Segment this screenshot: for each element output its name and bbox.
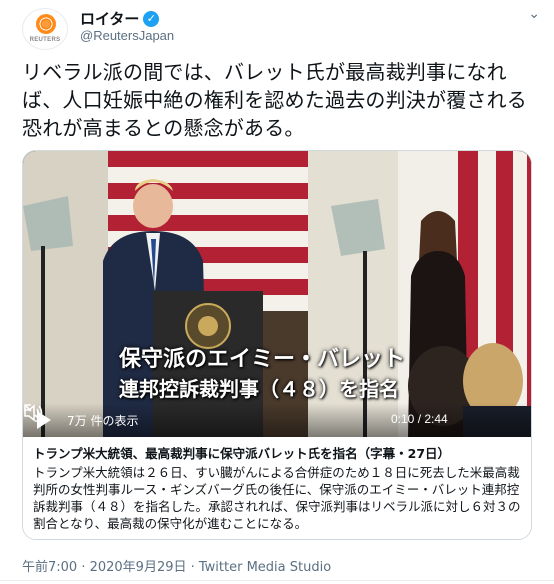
display-name[interactable]: ロイター [80, 8, 139, 29]
user-handle[interactable]: @ReutersJapan [80, 28, 174, 43]
video-controls: 7万 件の表示 0:10 / 2:44 [23, 403, 531, 437]
card-description: トランプ米大統領は２６日、すい臓がんによる合併症のため１８日に死去した米最高裁判… [33, 465, 521, 531]
divider [0, 580, 554, 581]
video-time: 0:10 / 2:44 [391, 412, 448, 426]
reuters-logo-icon [36, 14, 56, 34]
card-info[interactable]: トランプ米大統領、最高裁判事に保守派バレット氏を指名（字幕・27日） トランプ米… [23, 437, 531, 539]
fullscreen-icon[interactable] [23, 403, 43, 423]
tweet-meta[interactable]: 午前7:00 · 2020年9月29日 · Twitter Media Stud… [22, 556, 331, 575]
video-subtitle-line-2: 連邦控訴裁判事（４８）を指名 [119, 377, 399, 401]
media-card[interactable]: 保守派のエイミー・バレット 連邦控訴裁判事（４８）を指名 7万 件の表示 0:1… [22, 150, 532, 540]
more-options-chevron-icon[interactable]: ⌄ [528, 6, 540, 22]
card-title: トランプ米大統領、最高裁判事に保守派バレット氏を指名（字幕・27日） [33, 446, 451, 461]
tweet-text: リベラル派の間では、バレット氏が最高裁判事になれば、人口妊娠中絶の権利を認めた過… [22, 60, 527, 140]
verified-badge-icon: ✓ [143, 10, 160, 27]
video-subtitle-line-1: 保守派のエイミー・バレット [119, 347, 406, 372]
tweet-header: REUTERS ロイター ✓ @ReutersJapan ⌄ [22, 6, 542, 50]
view-count: 7万 件の表示 [67, 414, 139, 428]
video-player[interactable]: 保守派のエイミー・バレット 連邦控訴裁判事（４８）を指名 7万 件の表示 0:1… [23, 151, 531, 437]
avatar[interactable]: REUTERS [22, 8, 68, 50]
avatar-brand-text: REUTERS [29, 37, 61, 43]
name-row: ロイター ✓ [80, 8, 160, 29]
